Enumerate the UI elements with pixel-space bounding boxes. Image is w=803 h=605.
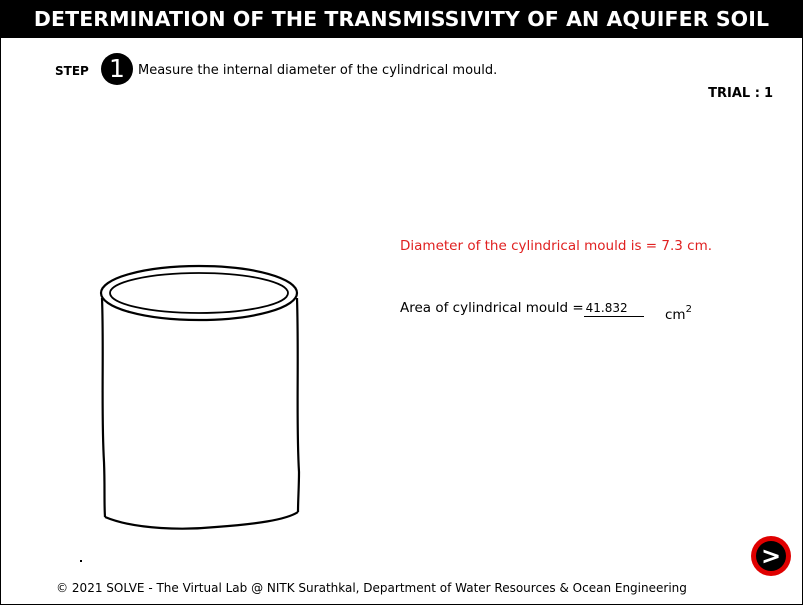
diameter-result: Diameter of the cylindrical mould is = 7… xyxy=(400,238,713,254)
area-label: Area of cylindrical mould = xyxy=(400,300,584,316)
step-number-badge: 1 xyxy=(101,53,133,85)
step-label: STEP xyxy=(55,64,89,78)
trial-number: 1 xyxy=(763,86,773,101)
area-row: Area of cylindrical mould = 41.832 xyxy=(400,300,644,317)
area-unit: cm2 xyxy=(665,304,692,323)
area-input-field[interactable]: 41.832 xyxy=(583,301,644,317)
trial-indicator: TRIAL :1 xyxy=(708,86,773,101)
page-title: DETERMINATION OF THE TRANSMISSIVITY OF A… xyxy=(0,0,803,38)
next-arrow-button[interactable]: > xyxy=(750,535,792,577)
step-instruction: Measure the internal diameter of the cyl… xyxy=(138,63,498,78)
cylindrical-mould-illustration[interactable] xyxy=(96,262,306,537)
area-unit-base: cm xyxy=(665,307,686,323)
area-unit-exponent: 2 xyxy=(685,304,692,315)
footer-copyright: © 2021 SOLVE - The Virtual Lab @ NITK Su… xyxy=(56,581,687,595)
decorative-dot xyxy=(80,560,82,562)
next-arrow-icon: > xyxy=(761,542,781,570)
trial-label: TRIAL : xyxy=(708,86,760,101)
